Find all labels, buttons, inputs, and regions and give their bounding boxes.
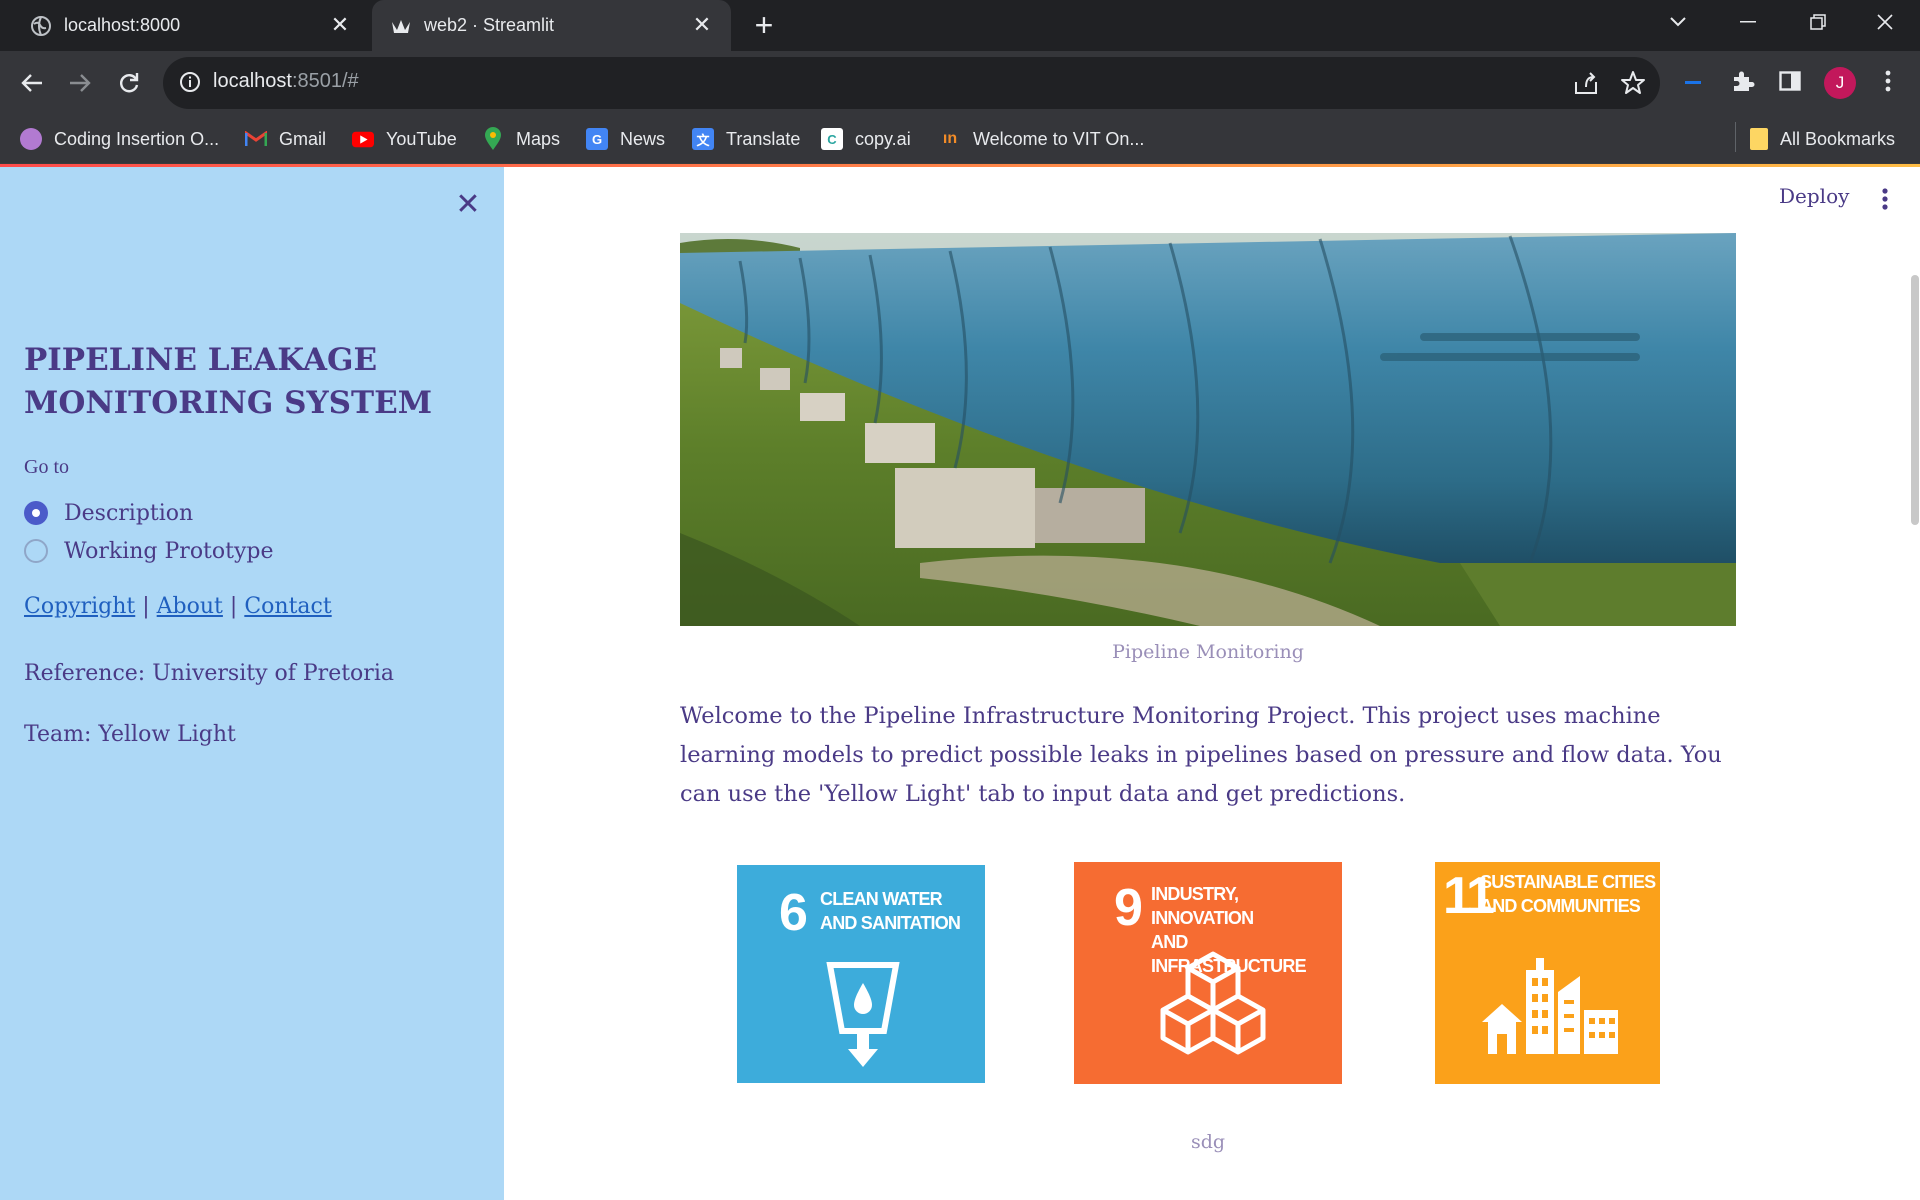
site-info-icon[interactable] <box>179 71 203 95</box>
close-tab-icon[interactable]: ✕ <box>689 12 715 38</box>
browser-tab-strip: localhost:8000 ✕ web2 · Streamlit ✕ + <box>0 0 1920 51</box>
streamlit-crown-icon <box>390 15 412 37</box>
browser-tab-localhost-8000[interactable]: localhost:8000 ✕ <box>0 0 369 51</box>
tab-title: web2 · Streamlit <box>424 15 555 35</box>
city-buildings-icon <box>1482 958 1618 1054</box>
restore-icon[interactable] <box>1790 0 1846 44</box>
sdg-6-tile: 6 CLEAN WATER AND SANITATION <box>737 865 985 1083</box>
bookmark-coding-insertion[interactable]: Coding Insertion O... <box>20 126 219 152</box>
copyright-link[interactable]: Copyright <box>24 594 135 619</box>
about-link[interactable]: About <box>157 594 223 619</box>
browser-tab-streamlit[interactable]: web2 · Streamlit ✕ <box>372 0 731 51</box>
hero-caption: Pipeline Monitoring <box>1112 641 1304 663</box>
footer-links: Copyright | About | Contact <box>24 594 332 619</box>
sdg-6-line2: AND SANITATION <box>820 913 961 933</box>
cubes-icon <box>1160 951 1266 1055</box>
page-scrollbar[interactable] <box>1911 275 1919 525</box>
all-bookmarks-folder[interactable]: All Bookmarks <box>1750 126 1895 152</box>
link-separator: | <box>142 594 150 619</box>
bookmark-news[interactable]: G News <box>586 126 665 152</box>
sidebar: ✕ PIPELINE LEAKAGE MONITORING SYSTEM Go … <box>0 167 504 1200</box>
contact-link[interactable]: Contact <box>244 594 331 619</box>
browser-toolbar: localhost:8501/# J <box>0 51 1920 114</box>
sdg-caption: sdg <box>1190 1131 1226 1153</box>
globe-icon <box>30 15 52 37</box>
coding-insertion-icon <box>20 128 42 150</box>
bookmark-maps[interactable]: Maps <box>482 126 560 152</box>
gmail-icon <box>245 128 267 150</box>
close-sidebar-icon[interactable]: ✕ <box>453 190 483 220</box>
minimize-icon[interactable] <box>1720 0 1776 44</box>
address-bar[interactable]: localhost:8501/# <box>163 57 1660 109</box>
reload-icon[interactable] <box>109 63 149 103</box>
app-menu-icon[interactable] <box>1880 187 1890 211</box>
link-separator: | <box>229 594 238 619</box>
share-icon[interactable] <box>1573 70 1599 96</box>
sidebar-title: PIPELINE LEAKAGE MONITORING SYSTEM <box>24 342 433 421</box>
sdg-11-line1: SUSTAINABLE CITIES <box>1480 872 1656 892</box>
team-text: Team: Yellow Light <box>24 722 236 747</box>
main-content: Deploy Pipeline Monitoring Welcome to th… <box>504 167 1920 1200</box>
new-tab-icon[interactable]: + <box>748 9 780 41</box>
radio-unselected-icon <box>24 539 48 563</box>
sdg-9-line1: INDUSTRY, INNOVATION <box>1151 884 1254 928</box>
radio-selected-icon <box>24 501 48 525</box>
copyai-icon: C <box>821 128 843 150</box>
pipeline-hero-image <box>680 233 1736 626</box>
download-progress-icon[interactable] <box>1680 66 1710 96</box>
sdg-9-tile: 9 INDUSTRY, INNOVATION AND INFRASTRUCTURE <box>1074 862 1342 1084</box>
tab-title: localhost:8000 <box>64 15 181 35</box>
bookmark-vit[interactable]: ın Welcome to VIT On... <box>939 126 1145 152</box>
radio-option-description[interactable]: Description <box>24 497 193 529</box>
welcome-paragraph: Welcome to the Pipeline Infrastructure M… <box>680 703 1722 807</box>
sdg-11-tile: 11 SUSTAINABLE CITIES AND COMMUNITIES <box>1435 862 1660 1084</box>
sdg-6-line1: CLEAN WATER <box>820 889 943 909</box>
water-glass-icon <box>826 962 900 1067</box>
translate-icon: 文 <box>692 128 714 150</box>
close-window-icon[interactable] <box>1857 0 1913 44</box>
bookmark-youtube[interactable]: YouTube <box>352 126 457 152</box>
bookmarks-separator <box>1735 122 1736 152</box>
deploy-button[interactable]: Deploy <box>1779 184 1849 208</box>
forward-arrow-icon[interactable] <box>60 63 100 103</box>
bookmark-translate[interactable]: 文 Translate <box>692 126 800 152</box>
tab-search-chevron-icon[interactable] <box>1650 0 1706 44</box>
youtube-icon <box>352 128 374 150</box>
radio-option-working-prototype[interactable]: Working Prototype <box>24 535 274 567</box>
close-tab-icon[interactable]: ✕ <box>327 12 353 38</box>
back-arrow-icon[interactable] <box>12 63 52 103</box>
bookmark-gmail[interactable]: Gmail <box>245 126 326 152</box>
star-bookmark-icon[interactable] <box>1620 70 1646 96</box>
news-icon: G <box>586 128 608 150</box>
vit-icon: ın <box>942 130 958 147</box>
maps-icon <box>482 127 504 150</box>
browser-menu-icon[interactable] <box>1873 66 1903 96</box>
reference-text: Reference: University of Pretoria <box>24 661 394 686</box>
profile-avatar[interactable]: J <box>1824 67 1856 99</box>
folder-icon <box>1750 128 1768 150</box>
extensions-puzzle-icon[interactable] <box>1728 66 1758 96</box>
side-panel-icon[interactable] <box>1775 66 1805 96</box>
sdg-11-line2: AND COMMUNITIES <box>1480 896 1641 916</box>
url-text[interactable]: localhost:8501/# <box>213 70 359 93</box>
bookmarks-bar: Coding Insertion O... Gmail YouTube Maps… <box>0 114 1920 164</box>
bookmark-copyai[interactable]: C copy.ai <box>821 126 911 152</box>
radio-group-label: Go to <box>24 456 69 478</box>
